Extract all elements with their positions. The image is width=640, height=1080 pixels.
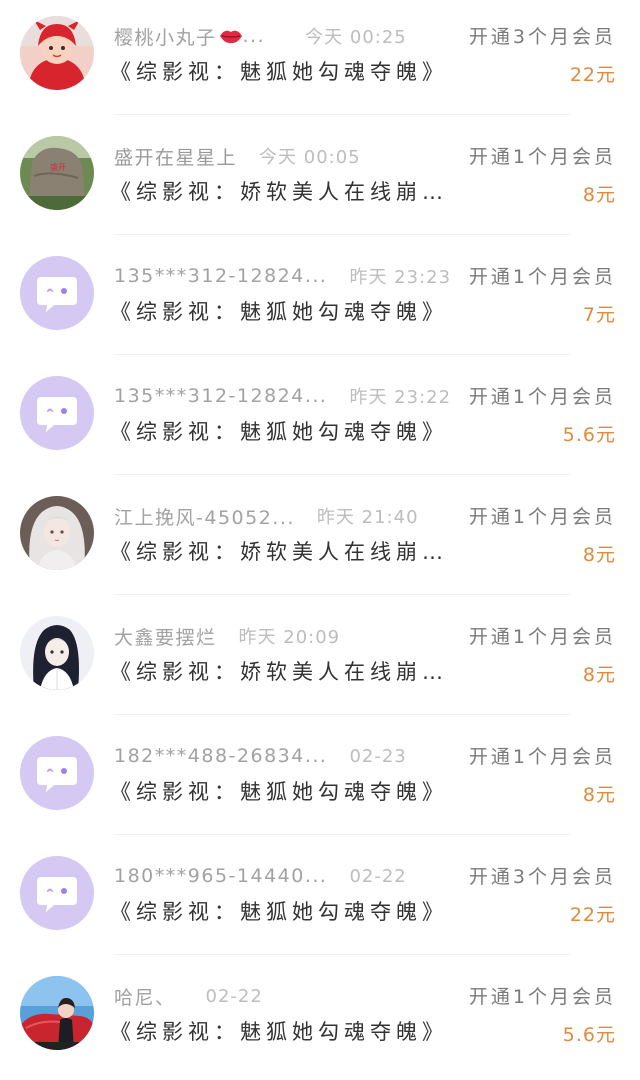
order-time: 02-23 — [349, 745, 407, 767]
order-row[interactable]: 135***312-12824... 昨天 23:22 《综影视：魅狐她勾魂夺魄… — [0, 360, 640, 480]
order-row[interactable]: 135***312-12824... 昨天 23:23 《综影视：魅狐她勾魂夺魄… — [0, 240, 640, 360]
product-title: 《综影视：娇软美人在线崩... — [110, 540, 450, 564]
price: 22元 — [569, 64, 616, 86]
price: 8元 — [582, 664, 616, 686]
user-name: 182***488-26834... — [114, 745, 328, 767]
user-name: 180***965-14440... — [114, 865, 328, 887]
order-row[interactable]: 大鑫要摆烂 昨天 20:09 《综影视：娇软美人在线崩... 开通1个月会员 8… — [0, 600, 640, 720]
product-title: 《综影视：魅狐她勾魂夺魄》 — [110, 1020, 448, 1044]
price: 8元 — [582, 184, 616, 206]
divider — [114, 714, 570, 715]
order-list: 樱桃小丸子 ... 今天 00:25 《综影视：魅狐她勾魂夺魄》 开通3个月会员… — [0, 0, 640, 1070]
default-avatar[interactable] — [20, 736, 94, 810]
plan-label: 开通1个月会员 — [468, 746, 616, 768]
product-title: 《综影视：娇软美人在线崩... — [110, 180, 450, 204]
order-row[interactable]: 樱桃小丸子 ... 今天 00:25 《综影视：魅狐她勾魂夺魄》 开通3个月会员… — [0, 0, 640, 120]
divider — [114, 954, 570, 955]
user-avatar[interactable] — [20, 976, 94, 1050]
order-time: 昨天 20:09 — [238, 627, 341, 648]
user-name: 樱桃小丸子 — [114, 26, 217, 49]
plan-label: 开通1个月会员 — [468, 386, 616, 408]
order-time: 02-22 — [205, 985, 263, 1007]
order-time: 02-22 — [349, 865, 407, 887]
plan-label: 开通1个月会员 — [468, 146, 616, 168]
price: 7元 — [582, 304, 616, 326]
order-time: 昨天 23:23 — [349, 267, 452, 288]
chat-bubble-icon — [37, 877, 77, 912]
order-row[interactable]: 182***488-26834... 02-23 《综影视：魅狐她勾魂夺魄》 开… — [0, 720, 640, 840]
user-avatar[interactable]: 盛开 — [20, 136, 94, 210]
order-row[interactable]: 哈尼、 02-22 《综影视：魅狐她勾魂夺魄》 开通1个月会员 5.6元 — [0, 960, 640, 1080]
user-name: 大鑫要摆烂 — [114, 626, 217, 649]
order-time: 今天 00:25 — [305, 27, 407, 48]
product-title: 《综影视：魅狐她勾魂夺魄》 — [110, 780, 448, 804]
price: 5.6元 — [562, 424, 616, 446]
user-avatar[interactable] — [20, 496, 94, 570]
user-name: 135***312-12824... — [114, 265, 328, 287]
product-title: 《综影视：魅狐她勾魂夺魄》 — [110, 60, 448, 84]
product-title: 《综影视：魅狐她勾魂夺魄》 — [110, 900, 448, 924]
price: 8元 — [582, 544, 616, 566]
order-row[interactable]: 180***965-14440... 02-22 《综影视：魅狐她勾魂夺魄》 开… — [0, 840, 640, 960]
order-time: 昨天 21:40 — [316, 507, 419, 528]
default-avatar[interactable] — [20, 856, 94, 930]
order-time: 昨天 23:22 — [349, 387, 452, 408]
svg-text:盛开: 盛开 — [50, 162, 66, 172]
default-avatar[interactable] — [20, 376, 94, 450]
lips-icon — [219, 25, 243, 47]
divider — [114, 234, 570, 235]
plan-label: 开通1个月会员 — [468, 626, 616, 648]
user-name: 135***312-12824... — [114, 385, 328, 407]
user-name: 江上挽风-45052... — [114, 506, 295, 529]
chat-bubble-icon — [37, 277, 77, 312]
product-title: 《综影视：魅狐她勾魂夺魄》 — [110, 300, 448, 324]
plan-label: 开通1个月会员 — [468, 986, 616, 1008]
divider — [114, 594, 570, 595]
price: 5.6元 — [562, 1024, 616, 1046]
divider — [114, 834, 570, 835]
divider — [114, 474, 570, 475]
plan-label: 开通3个月会员 — [468, 26, 616, 48]
divider — [114, 114, 570, 115]
product-title: 《综影视：娇软美人在线崩... — [110, 660, 450, 684]
user-avatar[interactable] — [20, 616, 94, 690]
plan-label: 开通1个月会员 — [468, 506, 616, 528]
order-row[interactable]: 盛开 盛开在星星上 今天 00:05 《综影视：娇软美人在线崩... 开通1个月… — [0, 120, 640, 240]
user-avatar[interactable] — [20, 16, 94, 90]
product-title: 《综影视：魅狐她勾魂夺魄》 — [110, 420, 448, 444]
divider — [114, 354, 570, 355]
user-name: 盛开在星星上 — [114, 146, 238, 169]
user-name-ellipsis: ... — [242, 25, 266, 47]
price: 8元 — [582, 784, 616, 806]
chat-bubble-icon — [37, 397, 77, 432]
order-time: 今天 00:05 — [259, 147, 361, 168]
user-name: 哈尼、 — [114, 986, 176, 1009]
default-avatar[interactable] — [20, 256, 94, 330]
order-row[interactable]: 江上挽风-45052... 昨天 21:40 《综影视：娇软美人在线崩... 开… — [0, 480, 640, 600]
price: 22元 — [569, 904, 616, 926]
plan-label: 开通1个月会员 — [468, 266, 616, 288]
chat-bubble-icon — [37, 757, 77, 792]
plan-label: 开通3个月会员 — [468, 866, 616, 888]
